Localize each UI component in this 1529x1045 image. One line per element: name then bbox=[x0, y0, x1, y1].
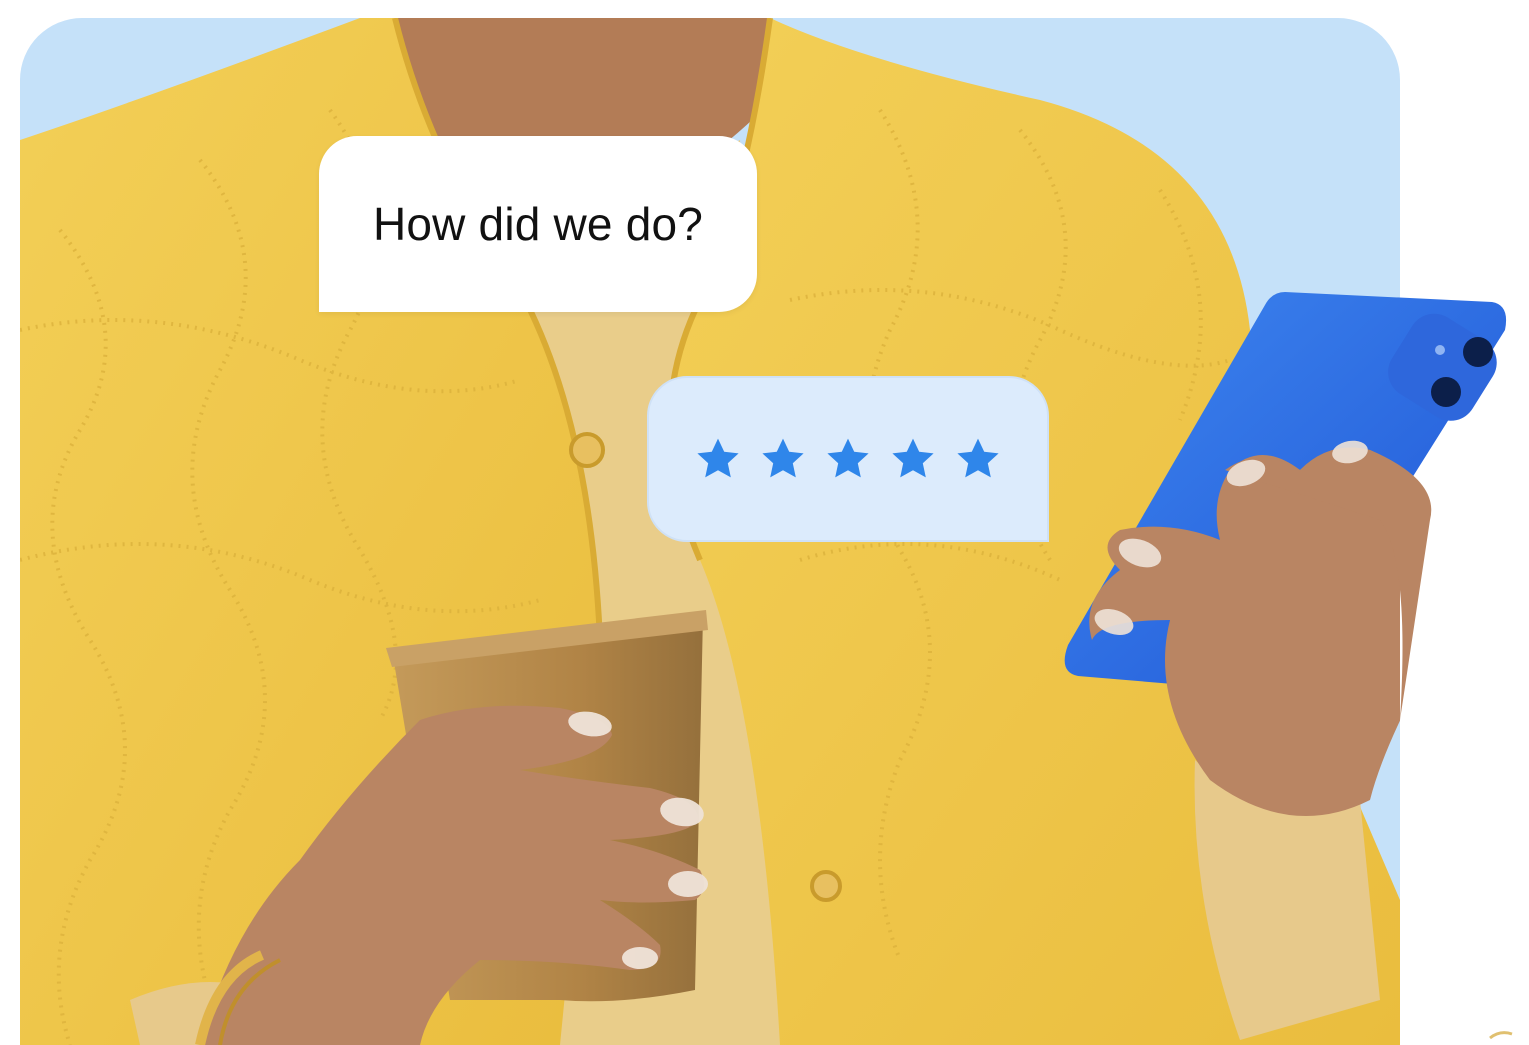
question-bubble: How did we do? bbox=[319, 136, 757, 312]
star-icon[interactable] bbox=[889, 435, 937, 483]
star-icon[interactable] bbox=[694, 435, 742, 483]
star-icon[interactable] bbox=[824, 435, 872, 483]
snap-button bbox=[810, 870, 842, 902]
question-text: How did we do? bbox=[372, 198, 704, 250]
star-icon[interactable] bbox=[759, 435, 807, 483]
rating-bubble bbox=[647, 376, 1049, 542]
snap-button bbox=[569, 432, 605, 468]
star-icon[interactable] bbox=[954, 435, 1002, 483]
